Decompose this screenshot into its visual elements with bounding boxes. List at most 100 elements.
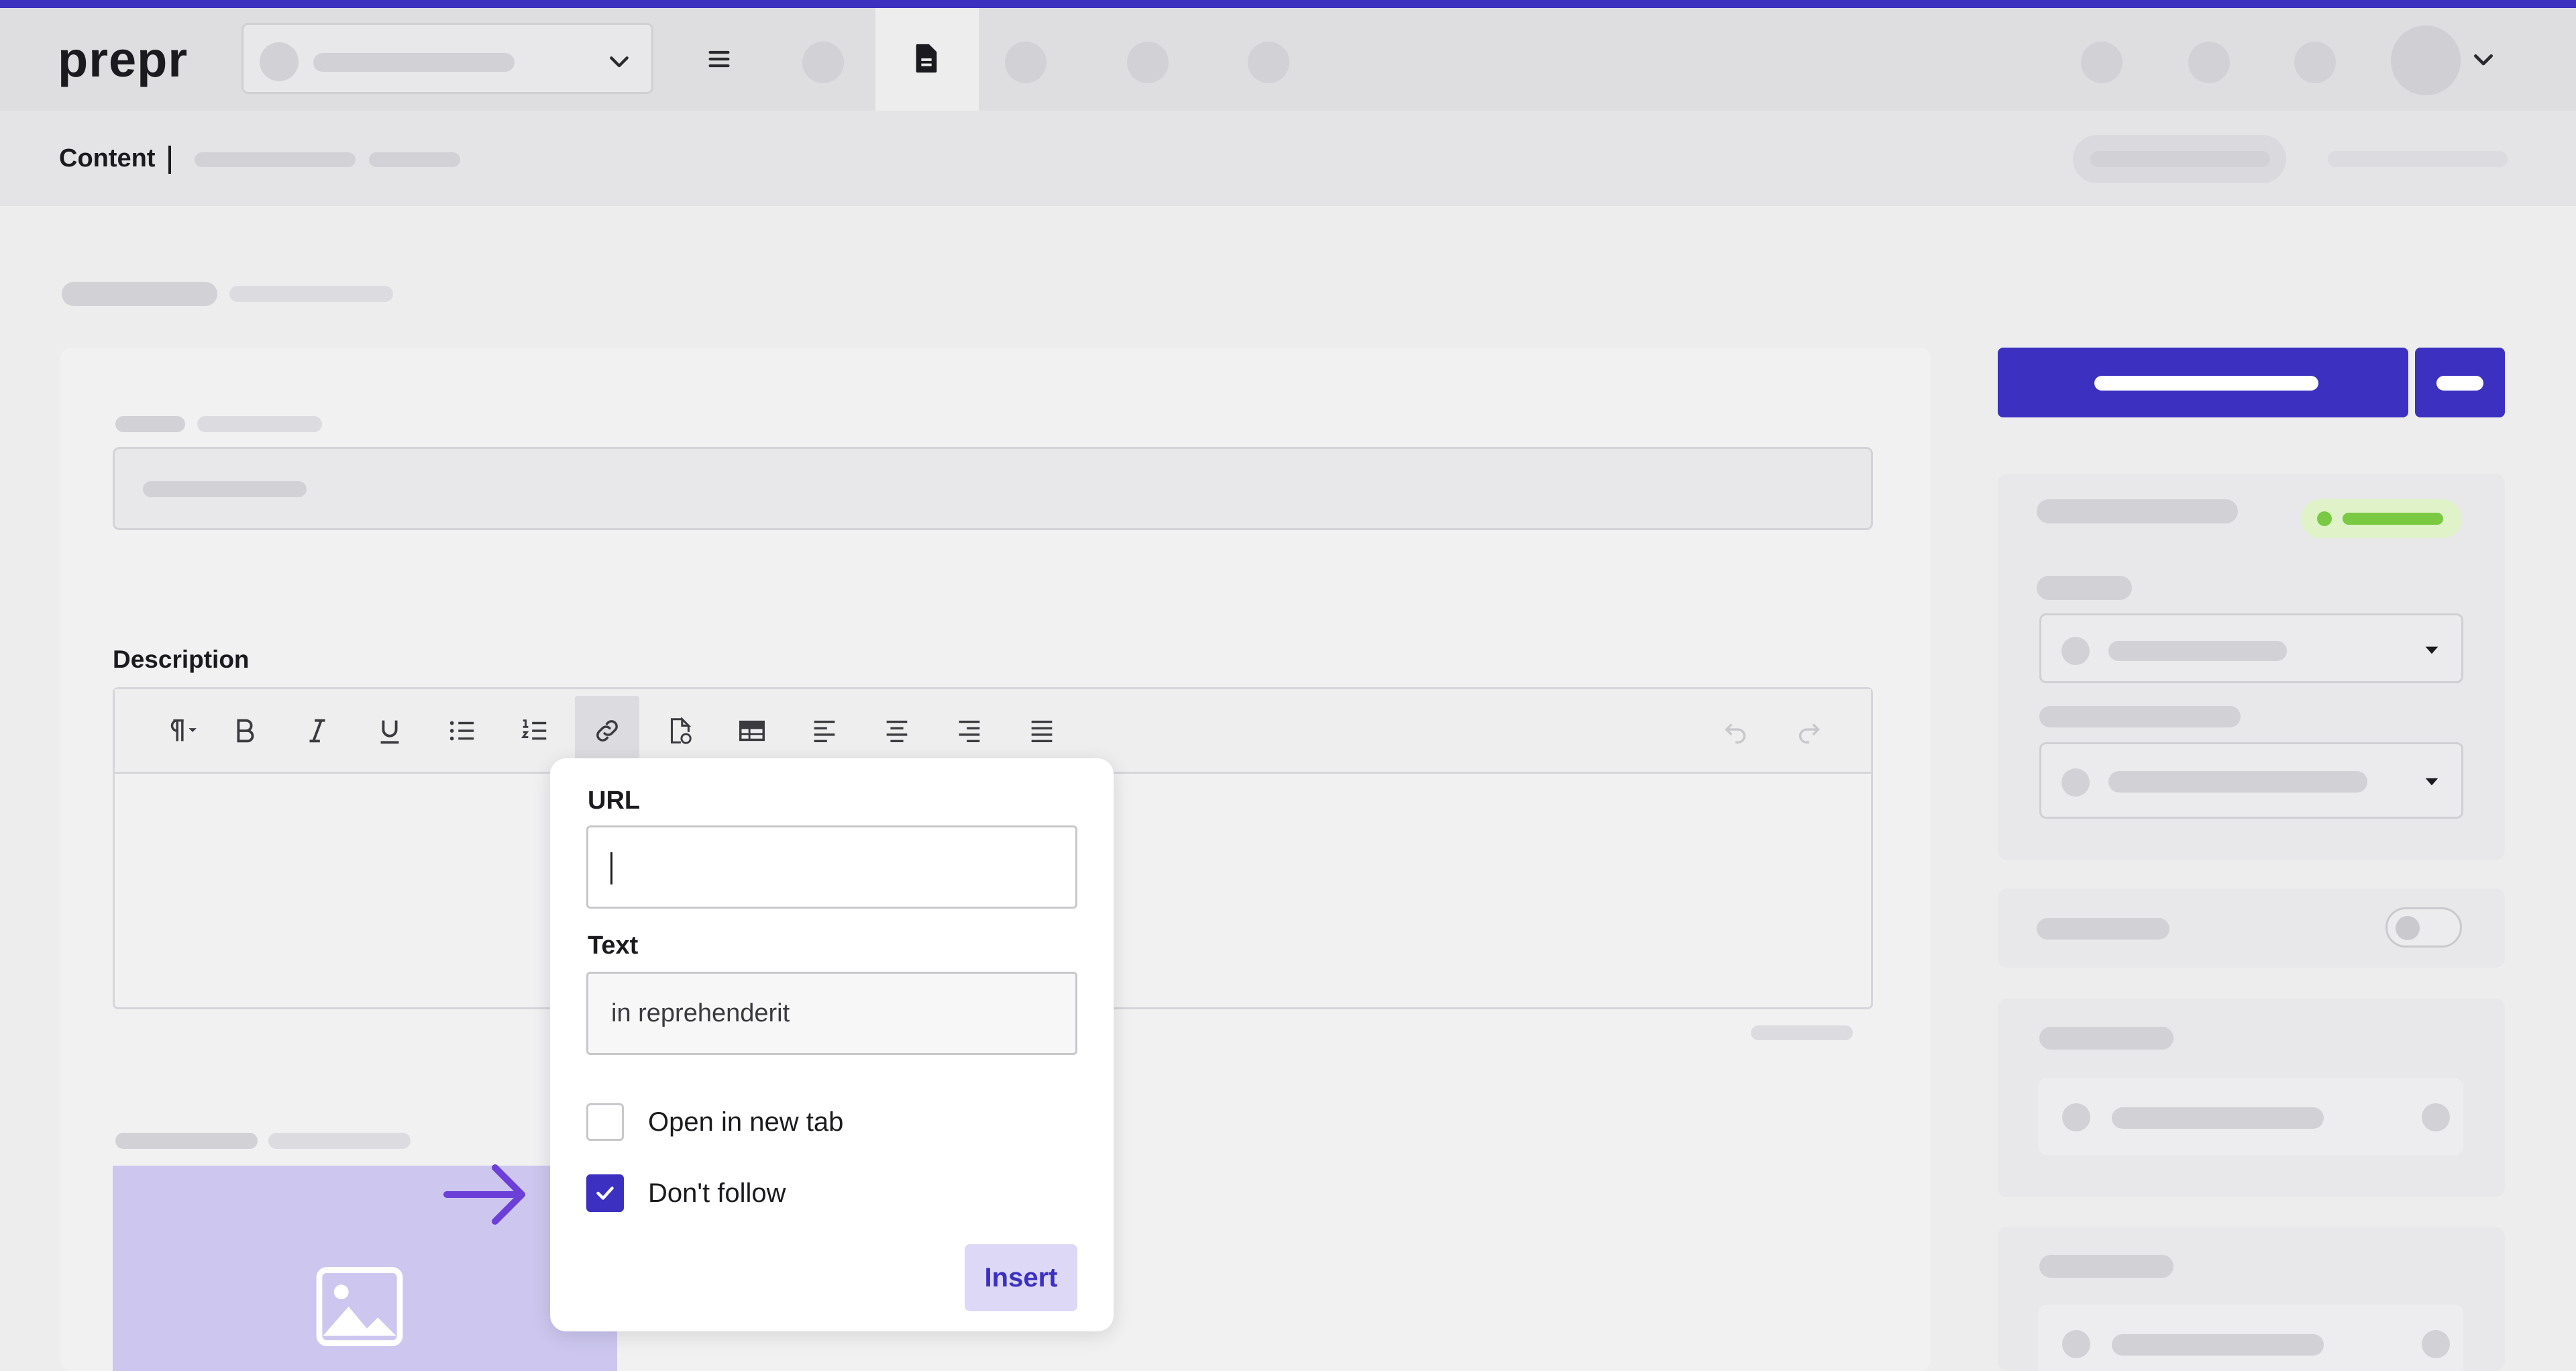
breadcrumb-item-placeholder [369,152,460,167]
caret-down-icon [2425,778,2438,786]
menu-icon[interactable] [706,46,733,72]
description-label: Description [113,646,250,673]
sidebar-list-item[interactable] [2038,1078,2463,1156]
bullet-list-button[interactable] [430,696,494,766]
nav-item-placeholder[interactable] [1127,42,1169,83]
link-text-input[interactable] [586,972,1077,1055]
toggle-label-placeholder [2037,918,2169,940]
align-left-button[interactable] [792,696,857,766]
checkmark-icon [596,1186,614,1200]
header-action-label-placeholder [2090,151,2270,167]
select-icon-placeholder [2061,768,2090,797]
app-logo[interactable]: prepr [58,31,188,88]
dont-follow-label: Don't follow [648,1178,786,1208]
open-new-tab-option[interactable]: Open in new tab [586,1103,843,1141]
card-title-placeholder [2039,1027,2174,1050]
align-justify-icon [1031,720,1053,743]
redo-button[interactable] [1777,696,1841,766]
nav-item-placeholder[interactable] [1005,42,1046,83]
url-label: URL [588,786,641,815]
paragraph-format-icon [170,719,197,742]
caret-down-icon [2425,646,2438,654]
nav-item-placeholder[interactable] [1248,42,1289,83]
media-upload-area[interactable] [113,1166,617,1371]
document-icon [916,44,937,73]
insert-file-icon [670,717,692,744]
publish-label-placeholder [2094,376,2318,391]
publish-options-button[interactable] [2415,348,2505,417]
align-justify-button[interactable] [1010,696,1074,766]
top-accent-bar [0,0,2576,8]
card-title-placeholder [2039,1255,2174,1278]
dont-follow-checkbox[interactable] [586,1174,624,1212]
field-label-placeholder [197,416,322,432]
insert-file-button[interactable] [647,696,712,766]
arrow-right-icon [443,1164,525,1225]
align-right-button[interactable] [937,696,1002,766]
list-item-label-placeholder [2112,1334,2324,1356]
toolbar-action-placeholder[interactable] [2294,42,2336,83]
character-count-placeholder [1751,1025,1853,1040]
breadcrumb-item-placeholder [195,152,356,167]
underline-button[interactable] [358,696,422,766]
field-label-placeholder [115,416,185,432]
dont-follow-option[interactable]: Don't follow [586,1174,786,1212]
select-label-placeholder [2037,576,2132,600]
user-avatar[interactable] [2391,26,2461,95]
toolbar-action-placeholder[interactable] [2188,42,2230,83]
open-new-tab-checkbox[interactable] [586,1103,624,1141]
page-title-placeholder [62,282,217,306]
list-item-label-placeholder [2112,1107,2324,1129]
url-input[interactable] [586,825,1077,909]
publish-button[interactable] [1998,348,2408,417]
bold-button[interactable] [213,696,277,766]
header-link-placeholder[interactable] [2328,151,2508,167]
undo-button[interactable] [1703,696,1768,766]
nav-item-placeholder[interactable] [802,42,844,83]
paragraph-format-button[interactable] [143,696,217,766]
align-center-button[interactable] [865,696,929,766]
page-subtitle-placeholder [229,286,393,302]
link-button[interactable] [575,696,639,766]
title-field[interactable] [113,447,1873,530]
table-icon [739,720,765,742]
redo-icon [1799,723,1820,744]
breadcrumb-separator [168,146,171,174]
numbered-list-button[interactable] [502,696,567,766]
chevron-down-icon[interactable] [2470,47,2497,74]
sidebar-select[interactable] [2039,742,2463,819]
table-button[interactable] [720,696,784,766]
open-new-tab-label: Open in new tab [648,1107,844,1137]
sidebar-toggle[interactable] [2385,907,2462,948]
top-navigation-bar: prepr [0,8,2576,111]
project-selector[interactable] [241,23,653,94]
status-badge [2301,499,2462,538]
toolbar-action-placeholder[interactable] [2081,42,2123,83]
italic-button[interactable] [285,696,350,766]
breadcrumb-section[interactable]: Content [59,144,156,173]
bold-icon [237,719,254,743]
sidebar-list-item[interactable] [2038,1305,2463,1371]
status-title-placeholder [2037,499,2238,523]
field-value-placeholder [143,481,307,497]
italic-icon [309,719,325,743]
sidebar-select[interactable] [2039,613,2463,683]
text-caret [610,852,612,884]
list-item-icon-placeholder [2062,1103,2090,1131]
insert-button[interactable]: Insert [965,1244,1077,1311]
align-left-icon [814,720,835,743]
toggle-knob [2396,916,2420,940]
nav-item-content-active[interactable] [875,8,979,111]
align-center-icon [886,720,908,743]
align-right-icon [959,720,980,743]
list-item-icon-placeholder [2062,1330,2090,1358]
list-item-action-placeholder [2422,1330,2450,1358]
text-label: Text [588,931,639,960]
numbered-list-icon [521,719,547,740]
project-name-placeholder [313,53,515,72]
list-item-action-placeholder [2422,1103,2450,1131]
media-label-placeholder [115,1133,258,1149]
select-label-placeholder [2039,706,2241,727]
chevron-down-icon [610,56,629,68]
select-icon-placeholder [2061,637,2090,665]
